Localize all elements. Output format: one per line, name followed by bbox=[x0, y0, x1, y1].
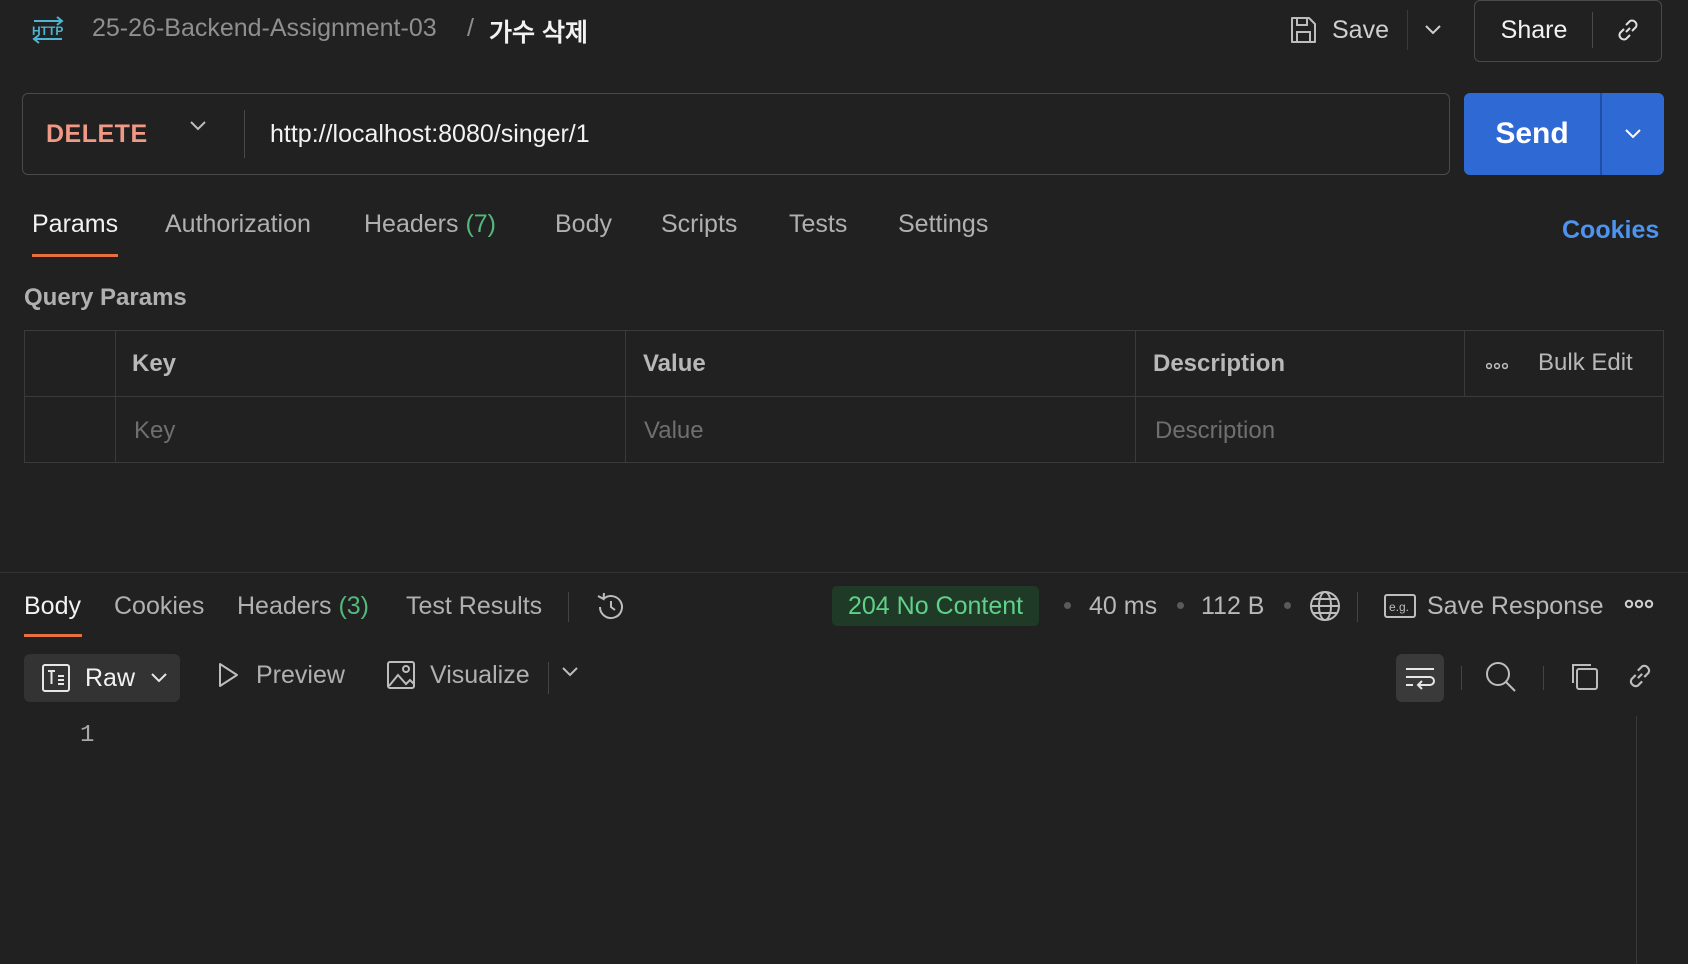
tab-scripts[interactable]: Scripts bbox=[661, 210, 737, 239]
save-label: Save bbox=[1332, 15, 1389, 44]
scrollbar-track[interactable] bbox=[1636, 716, 1637, 964]
wrap-lines-icon bbox=[1404, 664, 1436, 692]
active-tab-indicator bbox=[32, 254, 118, 257]
tab-authorization[interactable]: Authorization bbox=[165, 210, 311, 239]
toolbar-separator bbox=[1461, 666, 1462, 690]
meta-separator-dot bbox=[1284, 602, 1291, 609]
raw-format-icon bbox=[41, 663, 71, 693]
tab-body[interactable]: Body bbox=[555, 210, 612, 239]
column-header-key: Key bbox=[132, 350, 177, 377]
chevron-down-icon[interactable] bbox=[1418, 14, 1448, 46]
visualize-button[interactable]: Visualize bbox=[386, 660, 530, 690]
copy-icon[interactable] bbox=[1568, 660, 1600, 692]
chevron-down-icon[interactable] bbox=[188, 120, 208, 132]
table-column-divider bbox=[1464, 331, 1465, 396]
more-dots-icon[interactable] bbox=[1624, 598, 1654, 610]
breadcrumb-separator: / bbox=[467, 14, 474, 42]
format-label: Raw bbox=[85, 663, 136, 692]
status-badge[interactable]: 204 No Content bbox=[832, 586, 1040, 626]
response-tab-headers[interactable]: Headers (3) bbox=[237, 592, 369, 621]
response-tab-headers-label: Headers bbox=[237, 592, 332, 620]
tab-tests[interactable]: Tests bbox=[789, 210, 847, 239]
chevron-down-icon bbox=[1623, 128, 1643, 140]
more-dots-icon[interactable] bbox=[1486, 362, 1508, 370]
response-tab-cookies[interactable]: Cookies bbox=[114, 592, 204, 621]
share-button[interactable]: Share bbox=[1476, 2, 1592, 58]
http-icon: HTTP bbox=[30, 14, 66, 44]
tab-headers-count: (7) bbox=[465, 210, 497, 238]
play-icon bbox=[216, 660, 240, 690]
tab-params[interactable]: Params bbox=[32, 210, 118, 239]
tabs-separator bbox=[568, 592, 569, 622]
response-size[interactable]: 112 B bbox=[1201, 592, 1264, 621]
method-label: DELETE bbox=[46, 119, 148, 148]
url-input[interactable] bbox=[270, 95, 1440, 173]
visualize-label: Visualize bbox=[430, 660, 530, 689]
visualize-separator bbox=[548, 662, 549, 694]
active-tab-indicator bbox=[24, 634, 82, 637]
meta-separator bbox=[1357, 592, 1358, 622]
column-header-value: Value bbox=[643, 350, 706, 377]
toolbar-separator bbox=[1543, 666, 1544, 690]
preview-label: Preview bbox=[256, 660, 345, 689]
table-column-divider bbox=[625, 331, 626, 462]
meta-separator-dot bbox=[1177, 602, 1184, 609]
link-icon[interactable] bbox=[1624, 660, 1656, 692]
column-header-description: Description bbox=[1153, 350, 1286, 377]
bulk-edit-button[interactable]: Bulk Edit bbox=[1538, 349, 1633, 377]
meta-separator-dot bbox=[1064, 602, 1071, 609]
eg-icon: e.g. bbox=[1383, 591, 1417, 621]
wrap-lines-button[interactable] bbox=[1396, 654, 1444, 702]
line-number: 1 bbox=[80, 722, 95, 749]
response-pane-divider[interactable] bbox=[0, 572, 1688, 573]
history-icon[interactable] bbox=[594, 590, 628, 624]
table-column-divider bbox=[115, 331, 116, 462]
chevron-down-icon bbox=[149, 672, 169, 684]
response-tab-body[interactable]: Body bbox=[24, 592, 81, 621]
param-description-input[interactable]: Description bbox=[1155, 417, 1275, 445]
svg-text:e.g.: e.g. bbox=[1389, 600, 1409, 614]
search-icon[interactable] bbox=[1484, 660, 1518, 694]
method-select[interactable]: DELETE bbox=[24, 95, 244, 173]
query-params-title: Query Params bbox=[24, 284, 187, 311]
link-icon[interactable] bbox=[1596, 2, 1660, 58]
response-time[interactable]: 40 ms bbox=[1089, 592, 1157, 621]
preview-button[interactable]: Preview bbox=[216, 660, 345, 690]
image-icon bbox=[386, 660, 416, 690]
send-button[interactable]: Send bbox=[1464, 93, 1600, 175]
send-options-button[interactable] bbox=[1602, 93, 1664, 175]
breadcrumb-collection[interactable]: 25-26-Backend-Assignment-03 bbox=[92, 14, 437, 43]
globe-icon[interactable] bbox=[1308, 589, 1342, 623]
table-column-divider bbox=[1135, 331, 1136, 462]
format-select[interactable]: Raw bbox=[24, 654, 180, 702]
cookies-link[interactable]: Cookies bbox=[1562, 216, 1659, 245]
save-response-button[interactable]: Save Response bbox=[1427, 592, 1604, 621]
save-divider bbox=[1407, 10, 1408, 50]
response-tab-test-results[interactable]: Test Results bbox=[406, 592, 542, 621]
tab-settings[interactable]: Settings bbox=[898, 210, 988, 239]
share-divider bbox=[1592, 12, 1593, 48]
param-key-input[interactable]: Key bbox=[134, 417, 175, 445]
table-row-divider bbox=[25, 396, 1663, 397]
tab-headers-label: Headers bbox=[364, 210, 459, 238]
tab-headers[interactable]: Headers (7) bbox=[364, 210, 496, 239]
method-divider bbox=[244, 110, 245, 158]
request-name[interactable]: 가수 삭제 bbox=[489, 13, 588, 49]
param-value-input[interactable]: Value bbox=[644, 417, 704, 445]
save-button[interactable]: Save bbox=[1288, 8, 1408, 52]
save-icon bbox=[1288, 15, 1318, 45]
chevron-down-icon[interactable] bbox=[560, 666, 580, 678]
response-tab-headers-count: (3) bbox=[338, 592, 370, 620]
